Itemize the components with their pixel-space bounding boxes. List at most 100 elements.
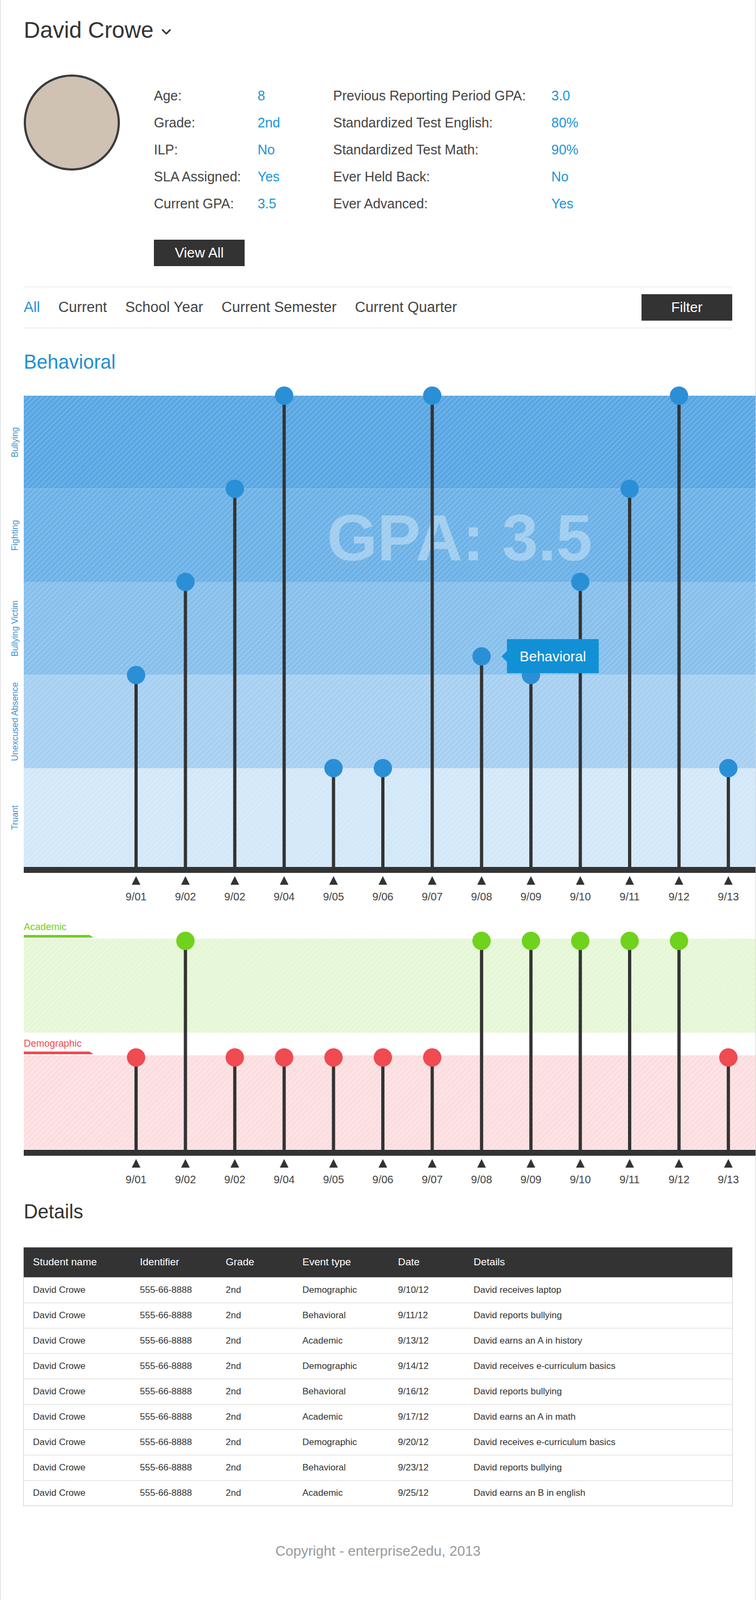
table-row[interactable]: David Crowe555-66-88882ndAcademic9/13/12… <box>23 1328 733 1354</box>
table-cell: 9/20/12 <box>397 1435 474 1450</box>
event-point[interactable] <box>472 932 491 1151</box>
table-row[interactable]: David Crowe555-66-88882ndAcademic9/25/12… <box>23 1480 733 1507</box>
event-point[interactable] <box>719 1048 738 1151</box>
svg-text:9/01: 9/01 <box>125 891 147 903</box>
behavioral-point[interactable] <box>373 759 393 868</box>
date-tick: 9/06 <box>372 876 394 903</box>
date-tick: 9/06 <box>372 1159 394 1186</box>
event-point[interactable] <box>669 932 688 1151</box>
table-cell: Demographic <box>302 1283 398 1298</box>
table-row[interactable]: David Crowe555-66-88882ndAcademic9/17/12… <box>23 1404 733 1430</box>
table-cell: David Crowe <box>32 1359 140 1374</box>
category-label: Fighting <box>10 520 20 551</box>
table-row[interactable]: David Crowe555-66-88882ndDemographic9/14… <box>23 1353 733 1380</box>
table-row[interactable]: David Crowe555-66-88882ndBehavioral9/11/… <box>23 1303 733 1329</box>
date-tick: 9/05 <box>322 1159 344 1186</box>
behavioral-point[interactable] <box>571 572 590 868</box>
date-tick: 9/07 <box>421 1159 443 1186</box>
date-tick: 9/05 <box>322 876 344 903</box>
filter-button[interactable]: Filter <box>641 294 733 321</box>
svg-text:9/11: 9/11 <box>619 891 640 903</box>
event-point[interactable] <box>521 932 540 1151</box>
info-label: Current GPA: <box>153 190 258 218</box>
tooltip: Behavioral <box>501 639 599 674</box>
event-point[interactable] <box>126 1048 146 1151</box>
svg-text:9/08: 9/08 <box>470 891 492 903</box>
info-value: No <box>551 163 579 191</box>
svg-text:9/06: 9/06 <box>372 891 394 903</box>
table-cell: 2nd <box>225 1435 303 1450</box>
svg-text:9/05: 9/05 <box>322 891 344 903</box>
student-photo <box>23 74 120 171</box>
behavioral-point[interactable] <box>719 759 738 868</box>
date-tick: 9/02 <box>224 876 246 903</box>
view-all-button[interactable]: View All <box>153 239 245 267</box>
event-point[interactable] <box>176 932 195 1151</box>
student-dropdown[interactable]: David Crowe <box>23 16 733 45</box>
footer: Copyright - enterprise2edu, 2013 <box>0 1542 756 1561</box>
table-row[interactable]: David Crowe555-66-88882ndDemographic9/10… <box>23 1277 733 1304</box>
date-tick: 9/10 <box>569 876 591 903</box>
column-header: Details <box>473 1254 733 1271</box>
date-tick: 9/12 <box>668 1159 690 1186</box>
event-point[interactable] <box>620 932 639 1151</box>
behavioral-point[interactable] <box>472 647 491 868</box>
date-tick: 9/07 <box>421 876 443 903</box>
period-tab[interactable]: Current Semester <box>221 296 337 319</box>
event-point[interactable] <box>571 932 590 1151</box>
student-name: David Crowe <box>23 16 154 45</box>
table-cell: David receives e-curriculum basics <box>473 1359 733 1374</box>
details-heading: Details <box>0 1200 756 1225</box>
table-row[interactable]: David Crowe555-66-88882ndDemographic9/20… <box>23 1429 733 1456</box>
info-label: Standardized Test Math: <box>333 136 552 164</box>
table-cell: 2nd <box>225 1283 303 1298</box>
table-cell: David Crowe <box>32 1486 140 1501</box>
table-cell: Demographic <box>302 1435 398 1450</box>
table-cell: 555-66-8888 <box>139 1359 226 1374</box>
table-cell: 2nd <box>225 1359 303 1374</box>
svg-text:9/12: 9/12 <box>668 1173 690 1186</box>
event-point[interactable] <box>274 1048 294 1151</box>
info-label: Previous Reporting Period GPA: <box>333 82 552 110</box>
behavioral-point[interactable] <box>225 480 245 868</box>
event-point[interactable] <box>373 1048 393 1151</box>
svg-text:9/05: 9/05 <box>322 1173 344 1186</box>
column-header: Identifier <box>139 1254 226 1271</box>
profile-header: David CroweAge:8Previous Reporting Perio… <box>0 0 756 267</box>
info-value: 90% <box>551 136 579 164</box>
table-cell: Behavioral <box>302 1461 398 1476</box>
event-point[interactable] <box>324 1048 343 1151</box>
svg-text:9/10: 9/10 <box>569 891 591 903</box>
period-tab[interactable]: School Year <box>125 296 204 319</box>
behavioral-point[interactable] <box>620 480 639 868</box>
column-header: Grade <box>225 1254 303 1271</box>
table-row[interactable]: David Crowe555-66-88882ndBehavioral9/23/… <box>23 1455 733 1481</box>
info-label: ILP: <box>153 136 258 164</box>
event-point[interactable] <box>422 1048 442 1151</box>
period-tab[interactable]: Current <box>58 296 107 319</box>
period-tab[interactable]: Current Quarter <box>354 296 457 319</box>
svg-text:9/12: 9/12 <box>668 891 690 903</box>
info-value: Yes <box>551 190 579 218</box>
event-point[interactable] <box>225 1048 245 1151</box>
behavioral-point[interactable] <box>324 759 343 868</box>
table-cell: David Crowe <box>32 1385 140 1400</box>
table-cell: 555-66-8888 <box>139 1435 226 1450</box>
table-cell: 555-66-8888 <box>139 1486 226 1501</box>
behavioral-point[interactable] <box>126 666 146 868</box>
date-tick: 9/04 <box>273 876 295 903</box>
svg-text:9/11: 9/11 <box>619 1173 640 1186</box>
behavioral-point[interactable] <box>176 572 195 868</box>
svg-text:9/01: 9/01 <box>125 1173 147 1186</box>
behavioral-heading: Behavioral <box>0 350 756 375</box>
behavioral-point[interactable] <box>274 386 294 868</box>
svg-text:9/02: 9/02 <box>224 891 246 903</box>
table-row[interactable]: David Crowe555-66-88882ndBehavioral9/16/… <box>23 1379 733 1405</box>
behavioral-point[interactable] <box>422 386 442 868</box>
table-cell: 555-66-8888 <box>139 1410 226 1425</box>
period-tab[interactable]: All <box>23 296 40 319</box>
behavioral-point[interactable] <box>669 386 688 868</box>
table-cell: 2nd <box>225 1308 303 1323</box>
behavioral-point[interactable] <box>521 666 540 868</box>
table-header: Student nameIdentifierGradeEvent typeDat… <box>23 1247 733 1278</box>
